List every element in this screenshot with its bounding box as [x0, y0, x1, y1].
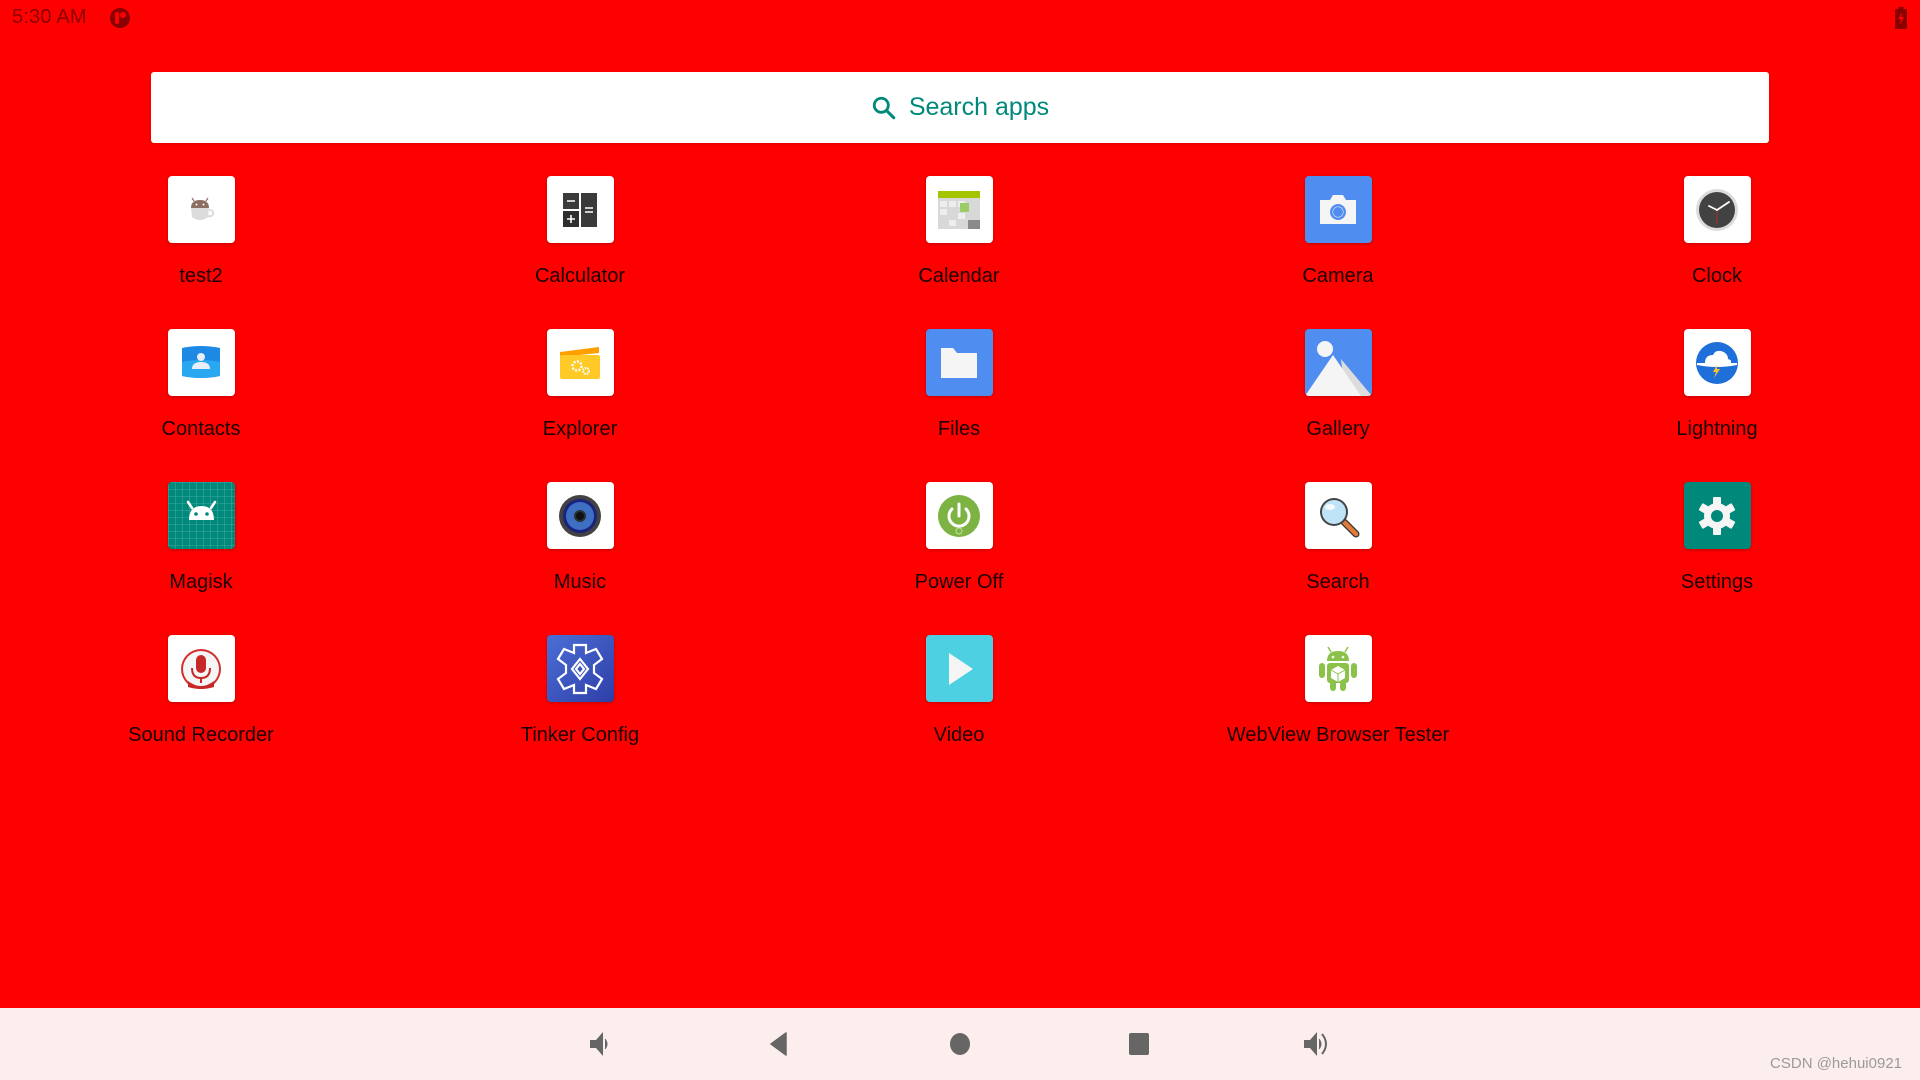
calculator-icon [546, 176, 614, 243]
app-notification-icon [110, 8, 130, 28]
app-contacts[interactable]: Contacts [51, 329, 351, 469]
navigation-bar: CSDN @hehui0921 [0, 1008, 1920, 1080]
video-play-icon [925, 635, 993, 702]
search-apps-bar[interactable]: Search apps [151, 72, 1769, 143]
app-gallery[interactable]: Gallery [1188, 329, 1488, 469]
battery-charging-icon [1895, 7, 1907, 29]
app-label: Calendar [918, 265, 1000, 287]
magisk-icon [167, 482, 235, 549]
app-label: Lightning [1676, 418, 1758, 440]
app-label: Magisk [169, 571, 233, 593]
app-webview-browser-tester[interactable]: WebView Browser Tester [1188, 635, 1488, 775]
app-label: Camera [1302, 265, 1374, 287]
app-label: Gallery [1306, 418, 1370, 440]
app-label: Calculator [534, 265, 626, 287]
app-label: Sound Recorder [128, 724, 274, 746]
app-label: Settings [1680, 571, 1754, 593]
tinker-config-icon [546, 635, 614, 702]
app-calendar[interactable]: Calendar [809, 176, 1109, 316]
app-files[interactable]: Files [809, 329, 1109, 469]
app-magisk[interactable]: Magisk [51, 482, 351, 622]
music-speaker-icon [546, 482, 614, 549]
volume-down-icon [590, 1032, 608, 1056]
app-video[interactable]: Video [809, 635, 1109, 775]
app-label: Files [937, 418, 981, 440]
microphone-icon [167, 635, 235, 702]
recents-button[interactable] [1119, 1026, 1159, 1062]
app-label: Explorer [542, 418, 618, 440]
recents-icon [1129, 1033, 1149, 1055]
app-label: Video [933, 724, 985, 746]
android-robot-icon [1304, 635, 1372, 702]
app-label: WebView Browser Tester [1226, 724, 1450, 746]
app-tinker-config[interactable]: Tinker Config [430, 635, 730, 775]
search-placeholder: Search apps [908, 93, 1050, 121]
app-label: test2 [179, 265, 223, 287]
explorer-folder-icon [546, 329, 614, 396]
home-icon [950, 1033, 970, 1055]
app-label: Tinker Config [520, 724, 640, 746]
watermark: CSDN @hehui0921 [1770, 1055, 1902, 1072]
app-test2[interactable]: test2 [51, 176, 351, 316]
search-icon [872, 96, 896, 119]
android-cup-icon [167, 176, 235, 243]
status-time: 5:30 AM [12, 6, 87, 28]
calendar-icon [925, 176, 993, 243]
status-bar: 5:30 AM [0, 0, 1920, 36]
app-label: Search [1306, 571, 1370, 593]
power-icon [925, 482, 993, 549]
app-label: Music [553, 571, 607, 593]
app-clock[interactable]: Clock [1567, 176, 1867, 316]
magnifier-icon [1304, 482, 1372, 549]
files-icon [925, 329, 993, 396]
volume-up-button[interactable] [1298, 1026, 1338, 1062]
app-music[interactable]: Music [430, 482, 730, 622]
app-power-off[interactable]: Power Off [809, 482, 1109, 622]
app-explorer[interactable]: Explorer [430, 329, 730, 469]
home-button[interactable] [940, 1026, 980, 1062]
back-icon [770, 1032, 787, 1056]
app-lightning[interactable]: Lightning [1567, 329, 1867, 469]
app-calculator[interactable]: Calculator [430, 176, 730, 316]
contacts-icon [167, 329, 235, 396]
app-label: Power Off [914, 571, 1004, 593]
app-settings[interactable]: Settings [1567, 482, 1867, 622]
app-label: Clock [1691, 265, 1742, 287]
app-camera[interactable]: Camera [1188, 176, 1488, 316]
volume-up-icon [1304, 1032, 1327, 1056]
gallery-icon [1304, 329, 1372, 396]
settings-gear-icon [1683, 482, 1751, 549]
camera-icon [1304, 176, 1372, 243]
clock-icon [1683, 176, 1751, 243]
app-search[interactable]: Search [1188, 482, 1488, 622]
back-button[interactable] [759, 1026, 799, 1062]
app-sound-recorder[interactable]: Sound Recorder [51, 635, 351, 775]
lightning-icon [1683, 329, 1751, 396]
app-label: Contacts [161, 418, 241, 440]
volume-down-button[interactable] [580, 1026, 620, 1062]
